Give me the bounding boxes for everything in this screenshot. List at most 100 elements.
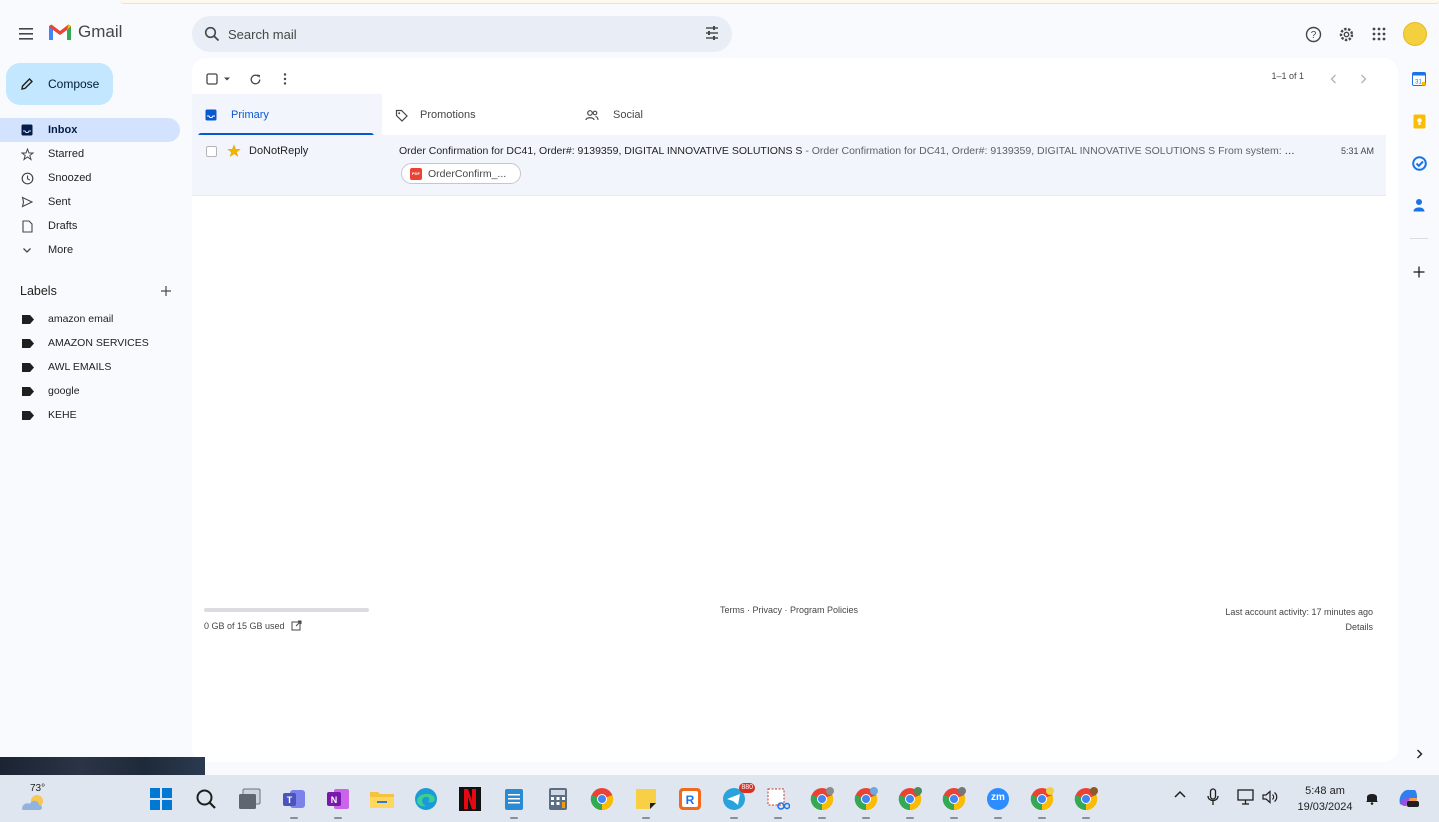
label-item[interactable]: amazon email — [0, 307, 180, 331]
chrome-profile-6[interactable] — [1073, 786, 1099, 819]
settings-button[interactable] — [1336, 24, 1356, 44]
label-item[interactable]: AWL EMAILS — [0, 355, 180, 379]
tab-label: Primary — [231, 109, 269, 121]
contacts-app-button[interactable] — [1410, 196, 1428, 214]
volume-button[interactable] — [1262, 790, 1279, 804]
microphone-button[interactable] — [1207, 788, 1219, 806]
weather-widget[interactable]: 73° — [18, 783, 50, 813]
details-link[interactable]: Details — [1225, 620, 1373, 635]
snipping-tool-app[interactable] — [765, 786, 791, 819]
nav-item-drafts[interactable]: Drafts — [0, 214, 180, 238]
taskbar-search-button[interactable] — [193, 786, 219, 812]
open-external-icon[interactable] — [291, 620, 302, 631]
refresh-button[interactable] — [249, 70, 262, 88]
compose-button[interactable]: Compose — [6, 63, 113, 105]
select-all-checkbox[interactable] — [206, 70, 231, 88]
tag-icon — [395, 109, 408, 122]
zoom-app[interactable]: zm — [985, 786, 1011, 819]
main-menu-button[interactable] — [14, 21, 40, 47]
chrome-profile-3[interactable] — [897, 786, 923, 819]
get-addons-button[interactable] — [1410, 263, 1428, 281]
keep-app-button[interactable] — [1410, 112, 1428, 130]
category-tabs: Primary Promotions Social — [192, 94, 1386, 136]
system-clock[interactable]: 5:48 am 19/03/2024 — [1290, 783, 1360, 815]
nav-item-starred[interactable]: Starred — [0, 142, 180, 166]
teams-app[interactable]: T — [281, 786, 307, 819]
folder-icon — [370, 792, 394, 808]
chrome-app[interactable] — [589, 786, 615, 812]
running-indicator — [862, 817, 870, 819]
file-explorer-app[interactable] — [369, 786, 395, 812]
link-separator: · — [782, 605, 791, 615]
running-indicator — [774, 817, 782, 819]
tab-social[interactable]: Social — [585, 94, 643, 136]
copilot-button[interactable] — [1396, 786, 1420, 810]
chevron-down-icon — [23, 247, 31, 253]
label-item[interactable]: KEHE — [0, 403, 180, 427]
nav-item-snoozed[interactable]: Snoozed — [0, 166, 180, 190]
search-input[interactable] — [228, 26, 688, 42]
notepad-app[interactable] — [501, 786, 527, 819]
support-button[interactable]: ? — [1303, 24, 1323, 44]
edge-app[interactable] — [413, 786, 439, 812]
nav-item-inbox[interactable]: Inbox — [0, 118, 180, 142]
email-sender: DoNotReply — [249, 145, 309, 157]
network-button[interactable] — [1237, 789, 1254, 805]
gmail-logo[interactable]: Gmail — [48, 22, 122, 42]
account-avatar[interactable] — [1403, 22, 1427, 46]
notifications-button[interactable] — [1365, 790, 1379, 805]
onenote-app[interactable]: N — [325, 786, 351, 819]
search-icon — [196, 789, 216, 809]
chrome-profile-5[interactable] — [1029, 786, 1055, 819]
star-icon[interactable] — [227, 144, 241, 158]
chrome-profile-4[interactable] — [941, 786, 967, 819]
apps-button[interactable] — [1369, 24, 1389, 44]
task-view-button[interactable] — [237, 786, 263, 812]
calculator-app[interactable] — [545, 786, 571, 812]
show-side-panel-button[interactable] — [1410, 745, 1428, 763]
search-options-icon[interactable] — [704, 25, 720, 41]
attachment-chip[interactable]: PDF OrderConfirm_... — [401, 163, 521, 184]
add-label-icon[interactable] — [160, 285, 172, 297]
sticky-notes-app[interactable] — [633, 786, 659, 819]
draft-icon — [21, 219, 33, 233]
windows-taskbar: 73° T N R 880 zm 5:48 am 19/03/2024 — [0, 775, 1439, 822]
running-indicator — [1038, 817, 1046, 819]
clock-date: 19/03/2024 — [1297, 801, 1353, 813]
start-button[interactable] — [148, 786, 174, 812]
svg-text:N: N — [331, 795, 338, 805]
label-item[interactable]: AMAZON SERVICES — [0, 331, 180, 355]
chrome-icon — [1074, 787, 1098, 811]
chrome-profile-2[interactable] — [853, 786, 879, 819]
chrome-profile-1[interactable] — [809, 786, 835, 819]
tab-promotions[interactable]: Promotions — [395, 94, 476, 136]
search-icon[interactable] — [204, 26, 220, 42]
privacy-link[interactable]: Privacy — [753, 605, 783, 615]
newer-button[interactable] — [1330, 70, 1337, 88]
remote-desktop-app[interactable]: R — [677, 786, 703, 812]
tasks-app-button[interactable] — [1410, 154, 1428, 172]
chrome-icon — [898, 787, 922, 811]
star-icon — [20, 147, 34, 161]
telegram-app[interactable]: 880 — [721, 783, 755, 819]
chrome-icon — [854, 787, 878, 811]
program-policies-link[interactable]: Program Policies — [790, 605, 858, 615]
nav-label: Inbox — [48, 124, 78, 136]
nav-item-sent[interactable]: Sent — [0, 190, 180, 214]
label-icon — [22, 410, 34, 420]
show-hidden-icons[interactable] — [1174, 790, 1186, 798]
more-options-button[interactable] — [283, 70, 287, 88]
search-bar[interactable] — [192, 16, 732, 52]
tab-primary[interactable]: Primary — [192, 94, 382, 136]
email-checkbox[interactable] — [206, 146, 217, 157]
windows-logo-icon — [150, 788, 172, 810]
calendar-icon: 31 — [1412, 72, 1426, 86]
nav-item-more[interactable]: More — [0, 238, 180, 262]
netflix-app[interactable] — [457, 786, 483, 812]
older-button[interactable] — [1360, 70, 1367, 88]
calendar-app-button[interactable]: 31 — [1410, 70, 1428, 88]
svg-text:R: R — [686, 793, 695, 807]
label-item[interactable]: google — [0, 379, 180, 403]
email-row[interactable]: DoNotReply Order Confirmation for DC41, … — [192, 135, 1386, 196]
terms-link[interactable]: Terms — [720, 605, 745, 615]
